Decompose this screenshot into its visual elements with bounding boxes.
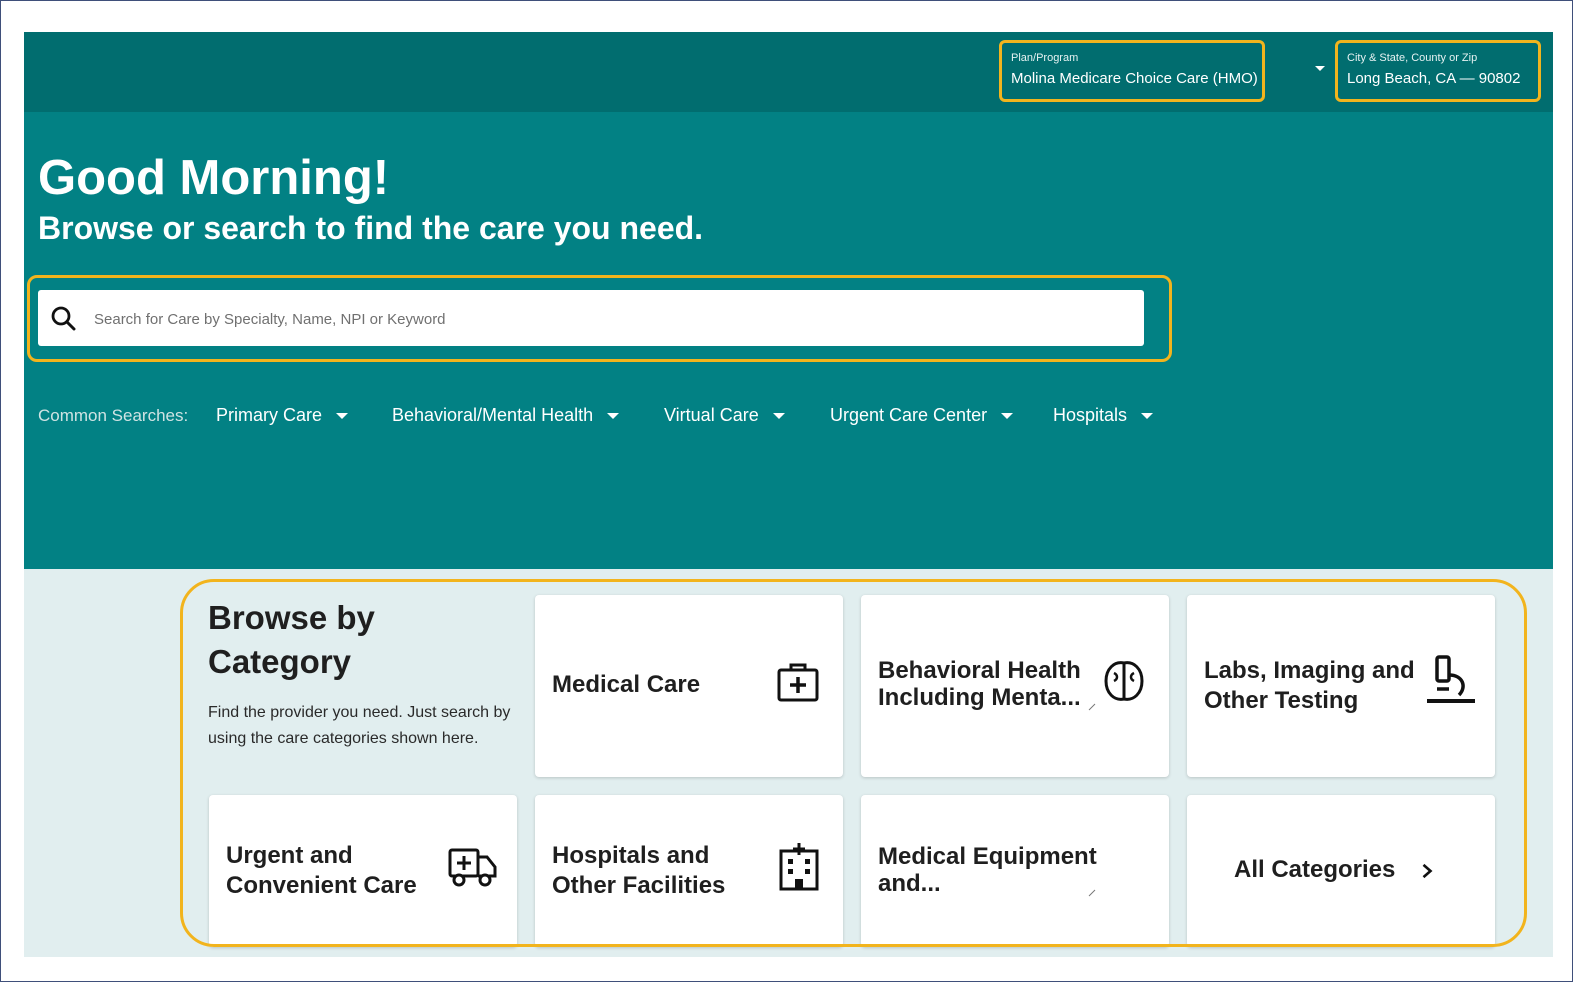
chip-label: Behavioral/Mental Health [392,405,594,425]
plan-highlight [999,40,1265,102]
chevron-down-icon [336,413,349,420]
chip-label: Hospitals [1053,405,1128,425]
chevron-down-icon [607,413,620,420]
location-highlight [1335,40,1541,102]
chip-label: Primary Care [216,405,323,425]
browse-highlight [180,579,1527,947]
common-searches-label: Common Searches: [38,406,189,425]
plan-dropdown-caret-icon[interactable] [1315,66,1325,71]
chevron-down-icon [1141,413,1154,420]
chip-label: Urgent Care Center [830,405,988,425]
chevron-down-icon [772,413,785,420]
top-bar [24,32,1553,112]
common-search-hospitals[interactable]: Hospitals [1053,405,1154,426]
page-subtitle: Browse or search to find the care you ne… [38,210,704,246]
common-search-virtual-care[interactable]: Virtual Care [664,405,785,426]
chip-label: Virtual Care [664,405,759,425]
search-input[interactable] [92,304,1126,334]
search-bar [38,290,1144,346]
common-search-primary-care[interactable]: Primary Care [216,405,349,426]
chevron-down-icon [1001,413,1014,420]
common-search-urgent-care-center[interactable]: Urgent Care Center [830,405,1014,426]
search-icon[interactable] [50,305,76,331]
page-title: Good Morning! [38,151,390,205]
common-search-behavioral-mental-health[interactable]: Behavioral/Mental Health [392,405,620,426]
